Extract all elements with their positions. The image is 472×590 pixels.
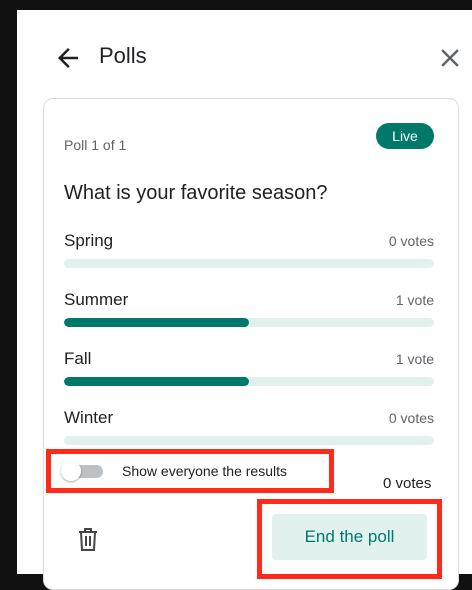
option-bar-fill [64, 377, 249, 386]
option-votes: 1 vote [395, 351, 434, 367]
delete-poll-button[interactable] [76, 527, 100, 553]
polls-panel: Polls Poll 1 of 1 Live What is your favo… [17, 10, 472, 590]
option-bar-track [64, 377, 434, 386]
close-icon [441, 49, 459, 67]
extra-votes-count: 0 votes [383, 475, 432, 492]
option-bar-fill [64, 318, 249, 327]
option-label: Winter [64, 408, 114, 427]
option-votes: 0 votes [388, 233, 434, 249]
poll-option-summer: Summer 1 vote [64, 290, 434, 340]
poll-option-spring: Spring 0 votes [64, 231, 434, 281]
toggle-thumb [61, 461, 81, 481]
option-votes: 0 votes [388, 410, 434, 426]
option-label: Spring [64, 231, 114, 250]
back-button[interactable] [53, 43, 83, 73]
poll-count: Poll 1 of 1 [64, 137, 127, 153]
poll-option-fall: Fall 1 vote [64, 349, 434, 399]
option-bar-track [64, 318, 434, 327]
trash-icon [79, 528, 97, 551]
page-title: Polls [99, 43, 147, 68]
option-votes: 1 vote [395, 292, 434, 308]
poll-option-winter: Winter 0 votes [64, 408, 434, 458]
end-poll-highlight: End the poll [257, 499, 442, 579]
status-badge: Live [376, 123, 434, 149]
option-bar-track [64, 436, 434, 445]
close-button[interactable] [435, 43, 465, 73]
option-label: Summer [64, 290, 129, 309]
end-poll-button[interactable]: End the poll [272, 514, 427, 560]
show-results-row: Show everyone the results [46, 449, 334, 493]
show-results-label: Show everyone the results [122, 463, 287, 479]
show-results-toggle[interactable] [61, 461, 105, 481]
option-label: Fall [64, 349, 92, 368]
arrow-back-icon [58, 48, 78, 68]
polls-header: Polls [17, 10, 472, 100]
poll-question: What is your favorite season? [64, 182, 328, 204]
option-bar-track [64, 259, 434, 268]
